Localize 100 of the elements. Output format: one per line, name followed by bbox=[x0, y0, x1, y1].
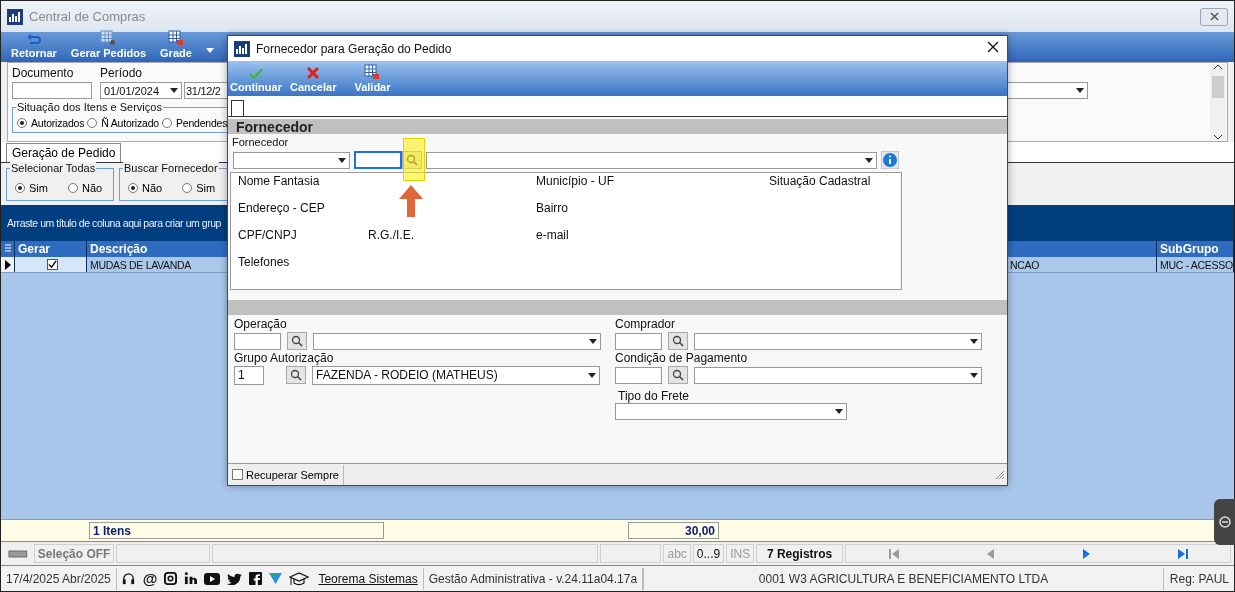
supplier-type-dropdown[interactable] bbox=[233, 151, 350, 169]
highlight-marker bbox=[403, 138, 425, 181]
close-button[interactable] bbox=[1200, 7, 1228, 26]
grid-icon bbox=[364, 64, 381, 80]
resize-grip-icon[interactable] bbox=[995, 469, 1005, 480]
supplier-code-input[interactable] bbox=[354, 151, 402, 169]
scrollbar[interactable] bbox=[1210, 64, 1226, 140]
headset-icon[interactable] bbox=[120, 571, 136, 586]
detail-label: CPF/CNPJ bbox=[238, 228, 297, 242]
user-label: Reg: PAUL bbox=[1168, 570, 1230, 588]
total-value: 30,00 bbox=[628, 522, 719, 539]
checkbox[interactable] bbox=[46, 259, 58, 270]
date-label: 17/4/2025 Abr/2025 bbox=[1, 567, 117, 590]
date-dropdown[interactable]: 01/01/2024 bbox=[100, 82, 182, 99]
radio-option[interactable]: Não bbox=[67, 181, 103, 194]
toolbar-button[interactable]: Gerar Pedidos bbox=[70, 30, 147, 59]
grid-icon bbox=[167, 30, 184, 46]
buyer-dropdown[interactable] bbox=[694, 332, 982, 350]
toolbar-button[interactable]: Cancelar bbox=[289, 66, 337, 93]
dropdown-caret-icon bbox=[970, 338, 978, 344]
profile-network-icon[interactable] bbox=[184, 572, 198, 585]
recover-checkbox[interactable]: Recuperar Sempre bbox=[228, 464, 344, 485]
field-label: Grupo Autorização bbox=[234, 351, 335, 365]
detail-label: R.G./I.E. bbox=[368, 228, 414, 242]
column-chooser-icon[interactable] bbox=[3, 244, 12, 254]
search-button[interactable] bbox=[287, 332, 307, 350]
company-link[interactable]: Teorema Sistemas bbox=[313, 567, 424, 590]
payment-dropdown[interactable] bbox=[694, 366, 982, 384]
search-icon bbox=[290, 369, 302, 381]
minus-circle-icon bbox=[1219, 516, 1231, 528]
camera-icon[interactable] bbox=[164, 572, 178, 585]
field-label: Tipo do Frete bbox=[617, 389, 690, 403]
detail-label: Telefones bbox=[238, 255, 290, 269]
group-dropdown[interactable]: FAZENDA - RODEIO (MATHEUS) bbox=[312, 365, 600, 385]
info-icon[interactable] bbox=[881, 151, 899, 169]
search-icon bbox=[672, 369, 684, 381]
table-cell: MUC - ACESSO bbox=[1157, 257, 1234, 272]
window-title: Central de Compras bbox=[29, 9, 147, 24]
radio-option[interactable]: Ñ Autorizado bbox=[87, 117, 159, 129]
mode-indicator: abc bbox=[663, 544, 691, 563]
detail-label: Município - UF bbox=[536, 174, 615, 188]
email-icon[interactable]: @ bbox=[142, 570, 158, 587]
supplier-dropdown[interactable] bbox=[426, 151, 877, 169]
search-button[interactable] bbox=[286, 366, 306, 384]
dropdown-caret-icon bbox=[970, 372, 978, 378]
next-record-icon bbox=[1080, 548, 1092, 559]
radio-option[interactable]: Não bbox=[128, 181, 163, 194]
mode-indicator: INS bbox=[726, 544, 755, 563]
scrollbar-thumb[interactable] bbox=[1212, 76, 1224, 98]
operation-code-input[interactable] bbox=[234, 332, 281, 350]
version-label: Gestão Administrativa - v.24.11a04.17a bbox=[423, 567, 644, 590]
dropdown-caret-icon bbox=[588, 372, 596, 378]
radio-option[interactable]: Sim bbox=[182, 181, 216, 194]
graduation-cap-icon[interactable] bbox=[289, 570, 310, 587]
dropdown-caret-icon bbox=[170, 88, 178, 93]
detail-label: Bairro bbox=[536, 201, 568, 215]
buyer-code-input[interactable] bbox=[615, 332, 662, 350]
group-title: Buscar Fornecedor bbox=[123, 162, 219, 174]
freight-dropdown[interactable] bbox=[615, 403, 847, 420]
close-icon bbox=[306, 66, 321, 80]
logo-icon[interactable] bbox=[269, 573, 283, 584]
group-code-input[interactable]: 1 bbox=[234, 365, 264, 385]
document-input[interactable] bbox=[12, 82, 92, 99]
last-record-icon bbox=[1176, 548, 1188, 559]
check-icon bbox=[248, 68, 263, 80]
search-icon bbox=[291, 335, 303, 347]
search-button[interactable] bbox=[668, 366, 688, 384]
side-panel-tab[interactable] bbox=[1214, 499, 1235, 545]
field-label: Comprador bbox=[615, 317, 677, 331]
scroll-down-icon[interactable] bbox=[1214, 135, 1222, 140]
tab[interactable] bbox=[231, 100, 244, 116]
play-icon[interactable] bbox=[204, 572, 221, 585]
search-button[interactable] bbox=[668, 332, 688, 350]
tab[interactable]: Geração de Pedido bbox=[6, 143, 122, 162]
group-title: Selecionar Todas bbox=[10, 162, 97, 174]
toolbar-button[interactable]: Retornar bbox=[11, 32, 57, 59]
bird-icon[interactable] bbox=[227, 572, 243, 585]
dropdown-caret-icon bbox=[1076, 88, 1084, 93]
payment-code-input[interactable] bbox=[615, 366, 662, 384]
toolbar-button[interactable]: Grade bbox=[160, 30, 192, 59]
radio-option[interactable]: Autorizados bbox=[17, 117, 85, 129]
field-label: Documento bbox=[12, 66, 74, 80]
detail-label: Situação Cadastral bbox=[769, 174, 871, 188]
field-label: Condição de Pagamento bbox=[615, 351, 749, 365]
detail-label: Endereço - CEP bbox=[238, 201, 325, 215]
close-icon bbox=[987, 41, 999, 53]
app-icon bbox=[7, 8, 23, 25]
selection-status: Seleção OFF bbox=[33, 544, 115, 563]
detail-label: e-mail bbox=[536, 228, 569, 242]
dropdown-caret-icon bbox=[835, 409, 843, 414]
operation-dropdown[interactable] bbox=[313, 332, 601, 350]
radio-option[interactable]: Sim bbox=[15, 181, 48, 194]
group-by-hint: Arraste um título de coluna aqui para criar um grup bbox=[7, 217, 221, 229]
social-square-icon[interactable] bbox=[249, 572, 263, 585]
field-label: Fornecedor bbox=[231, 135, 290, 150]
check-icon bbox=[47, 260, 57, 269]
grid-gear-icon bbox=[100, 30, 117, 46]
radio-option[interactable]: Pendendes bbox=[161, 117, 228, 129]
toolbar-button[interactable]: Validar bbox=[354, 64, 391, 93]
scroll-up-icon[interactable] bbox=[1214, 64, 1222, 69]
